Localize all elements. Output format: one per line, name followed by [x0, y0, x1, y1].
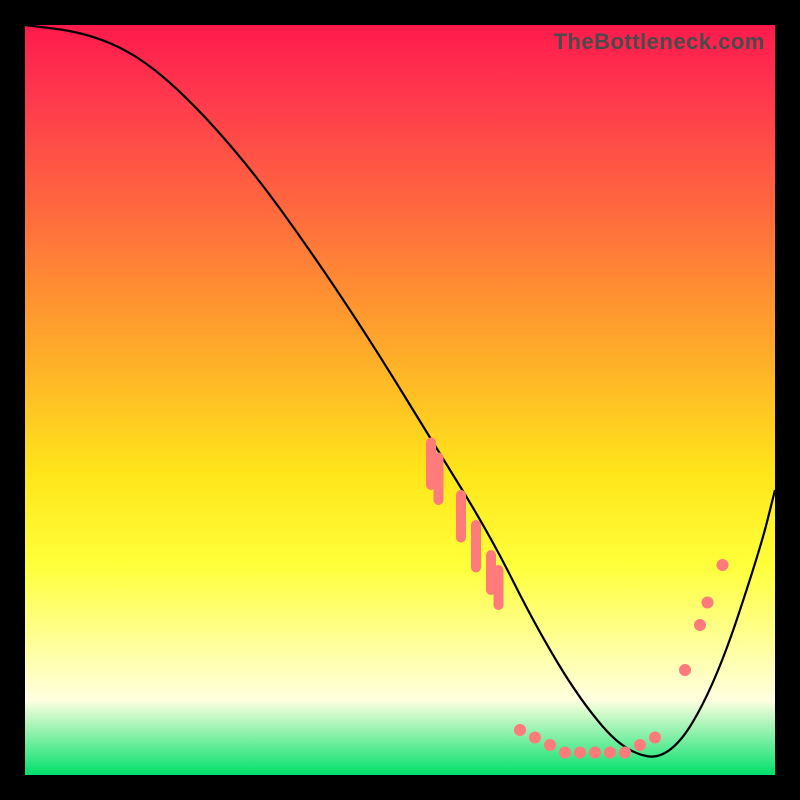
data-dot [619, 747, 631, 759]
data-dot [544, 739, 556, 751]
data-dot [604, 747, 616, 759]
data-dot [589, 747, 601, 759]
highlight-bar [494, 565, 504, 610]
data-dot [649, 732, 661, 744]
data-dots [514, 559, 729, 759]
data-dot [717, 559, 729, 571]
highlight-bar [456, 490, 466, 543]
highlight-bar [434, 453, 444, 506]
chart-svg [25, 25, 775, 775]
bottleneck-curve [25, 25, 775, 757]
chart-plot-area: TheBottleneck.com [25, 25, 775, 775]
data-dot [702, 597, 714, 609]
data-dot [529, 732, 541, 744]
highlight-bars [426, 438, 504, 611]
highlight-bar [471, 520, 481, 573]
data-dot [514, 724, 526, 736]
data-dot [679, 664, 691, 676]
data-dot [634, 739, 646, 751]
data-dot [694, 619, 706, 631]
data-dot [559, 747, 571, 759]
data-dot [574, 747, 586, 759]
